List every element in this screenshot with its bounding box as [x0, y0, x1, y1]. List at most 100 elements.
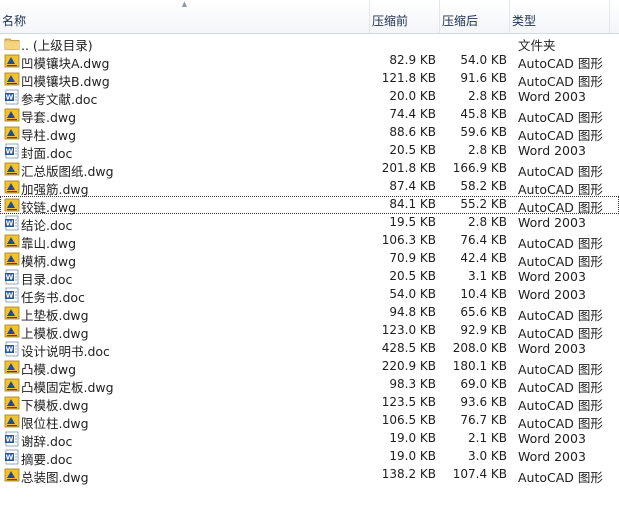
- file-size-after: 208.0 KB: [452, 341, 507, 355]
- file-size-before: 121.8 KB: [381, 71, 436, 85]
- file-size-after: 107.4 KB: [452, 467, 507, 481]
- column-type-label: 类型: [512, 14, 537, 28]
- file-size-after: 65.6 KB: [460, 305, 507, 319]
- file-size-before: 106.5 KB: [381, 413, 436, 427]
- file-size-after: 69.0 KB: [460, 377, 507, 391]
- svg-text:W: W: [6, 220, 14, 228]
- file-size-before: 70.9 KB: [389, 251, 436, 265]
- word-doc-icon: W: [4, 287, 20, 303]
- file-size-after: 2.1 KB: [468, 431, 507, 445]
- dwg-file-icon: [4, 359, 20, 375]
- word-doc-icon: W: [4, 89, 20, 105]
- file-row[interactable]: W 摘要.doc 19.0 KB 3.0 KB Word 2003: [0, 448, 619, 467]
- dwg-file-icon: [4, 251, 20, 267]
- file-size-after: 3.0 KB: [468, 449, 507, 463]
- file-size-after: 54.0 KB: [460, 53, 507, 67]
- word-doc-icon: W: [4, 269, 20, 285]
- svg-text:W: W: [6, 436, 14, 444]
- word-doc-icon: W: [4, 431, 20, 447]
- file-row[interactable]: .. (上级目录) 文件夹: [0, 34, 619, 53]
- file-size-after: 2.8 KB: [468, 89, 507, 103]
- file-size-before: 74.4 KB: [389, 107, 436, 121]
- file-row[interactable]: 上模板.dwg 123.0 KB 92.9 KB AutoCAD 图形: [0, 322, 619, 341]
- file-size-after: 58.2 KB: [460, 179, 507, 193]
- column-compressed-label: 压缩前: [372, 14, 409, 28]
- file-size-before: 88.6 KB: [389, 125, 436, 139]
- column-header: ▲ 名称 压缩前 压缩后 类型: [0, 0, 619, 34]
- file-size-before: 138.2 KB: [381, 467, 436, 481]
- file-size-after: 180.1 KB: [452, 359, 507, 373]
- file-size-before: 19.0 KB: [389, 449, 436, 463]
- file-size-before: 94.8 KB: [389, 305, 436, 319]
- file-size-after: 2.8 KB: [468, 215, 507, 229]
- file-size-after: 42.4 KB: [460, 251, 507, 265]
- column-name-header[interactable]: ▲ 名称: [0, 0, 370, 33]
- dwg-file-icon: [4, 305, 20, 321]
- column-original-label: 压缩后: [442, 14, 479, 28]
- folder-icon: [4, 35, 20, 51]
- file-row[interactable]: W 封面.doc 20.5 KB 2.8 KB Word 2003: [0, 142, 619, 161]
- file-row[interactable]: 凸模固定板.dwg 98.3 KB 69.0 KB AutoCAD 图形: [0, 376, 619, 395]
- file-row[interactable]: W 谢辞.doc 19.0 KB 2.1 KB Word 2003: [0, 430, 619, 449]
- file-row[interactable]: 加强筋.dwg 87.4 KB 58.2 KB AutoCAD 图形: [0, 178, 619, 197]
- word-doc-icon: W: [4, 341, 20, 357]
- svg-text:W: W: [6, 292, 14, 300]
- file-row[interactable]: 凸模.dwg 220.9 KB 180.1 KB AutoCAD 图形: [0, 358, 619, 377]
- file-size-before: 19.5 KB: [389, 215, 436, 229]
- file-type: Word 2003: [518, 269, 586, 284]
- file-row[interactable]: 下模板.dwg 123.5 KB 93.6 KB AutoCAD 图形: [0, 394, 619, 413]
- file-row[interactable]: W 参考文献.doc 20.0 KB 2.8 KB Word 2003: [0, 88, 619, 107]
- svg-text:W: W: [6, 94, 14, 102]
- file-size-before: 201.8 KB: [381, 161, 436, 175]
- dwg-file-icon: [4, 71, 20, 87]
- file-row[interactable]: 铰链.dwg 84.1 KB 55.2 KB AutoCAD 图形: [0, 196, 619, 215]
- file-type: Word 2003: [518, 89, 586, 104]
- file-type: Word 2003: [518, 143, 586, 158]
- file-row[interactable]: 导套.dwg 74.4 KB 45.8 KB AutoCAD 图形: [0, 106, 619, 125]
- file-row[interactable]: W 结论.doc 19.5 KB 2.8 KB Word 2003: [0, 214, 619, 233]
- file-row[interactable]: 限位柱.dwg 106.5 KB 76.7 KB AutoCAD 图形: [0, 412, 619, 431]
- file-size-before: 20.0 KB: [389, 89, 436, 103]
- file-size-after: 76.4 KB: [460, 233, 507, 247]
- dwg-file-icon: [4, 107, 20, 123]
- file-size-before: 19.0 KB: [389, 431, 436, 445]
- column-original-header[interactable]: 压缩后: [440, 0, 510, 33]
- file-size-after: 3.1 KB: [468, 269, 507, 283]
- dwg-file-icon: [4, 233, 20, 249]
- svg-text:W: W: [6, 148, 14, 156]
- file-size-before: 123.5 KB: [381, 395, 436, 409]
- dwg-file-icon: [4, 413, 20, 429]
- file-row[interactable]: 导柱.dwg 88.6 KB 59.6 KB AutoCAD 图形: [0, 124, 619, 143]
- dwg-file-icon: [4, 467, 20, 483]
- file-size-after: 76.7 KB: [460, 413, 507, 427]
- file-row[interactable]: 靠山.dwg 106.3 KB 76.4 KB AutoCAD 图形: [0, 232, 619, 251]
- file-row[interactable]: 凹模镶块A.dwg 82.9 KB 54.0 KB AutoCAD 图形: [0, 52, 619, 71]
- file-type: AutoCAD 图形: [518, 470, 603, 485]
- file-row[interactable]: W 设计说明书.doc 428.5 KB 208.0 KB Word 2003: [0, 340, 619, 359]
- svg-text:W: W: [6, 346, 14, 354]
- file-size-before: 98.3 KB: [389, 377, 436, 391]
- file-size-before: 428.5 KB: [381, 341, 436, 355]
- file-size-after: 92.9 KB: [460, 323, 507, 337]
- file-size-before: 220.9 KB: [381, 359, 436, 373]
- dwg-file-icon: [4, 377, 20, 393]
- dwg-file-icon: [4, 395, 20, 411]
- file-row[interactable]: 汇总版图纸.dwg 201.8 KB 166.9 KB AutoCAD 图形: [0, 160, 619, 179]
- file-row[interactable]: W 任务书.doc 54.0 KB 10.4 KB Word 2003: [0, 286, 619, 305]
- file-size-before: 84.1 KB: [389, 197, 436, 211]
- file-type: Word 2003: [518, 341, 586, 356]
- file-row[interactable]: 上垫板.dwg 94.8 KB 65.6 KB AutoCAD 图形: [0, 304, 619, 323]
- column-type-header[interactable]: 类型: [510, 0, 610, 33]
- dwg-file-icon: [4, 323, 20, 339]
- file-row[interactable]: 模柄.dwg 70.9 KB 42.4 KB AutoCAD 图形: [0, 250, 619, 269]
- word-doc-icon: W: [4, 143, 20, 159]
- file-size-after: 91.6 KB: [460, 71, 507, 85]
- file-row[interactable]: W 目录.doc 20.5 KB 3.1 KB Word 2003: [0, 268, 619, 287]
- column-compressed-header[interactable]: 压缩前: [370, 0, 440, 33]
- file-list: .. (上级目录) 文件夹 凹模镶块A.dwg 82.9 KB 54.0 KB AutoC…: [0, 34, 619, 485]
- column-name-label: 名称: [2, 14, 27, 28]
- file-row[interactable]: 凹模镶块B.dwg 121.8 KB 91.6 KB AutoCAD 图形: [0, 70, 619, 89]
- file-size-before: 20.5 KB: [389, 143, 436, 157]
- file-type: Word 2003: [518, 287, 586, 302]
- file-row[interactable]: 总装图.dwg 138.2 KB 107.4 KB AutoCAD 图形: [0, 466, 619, 485]
